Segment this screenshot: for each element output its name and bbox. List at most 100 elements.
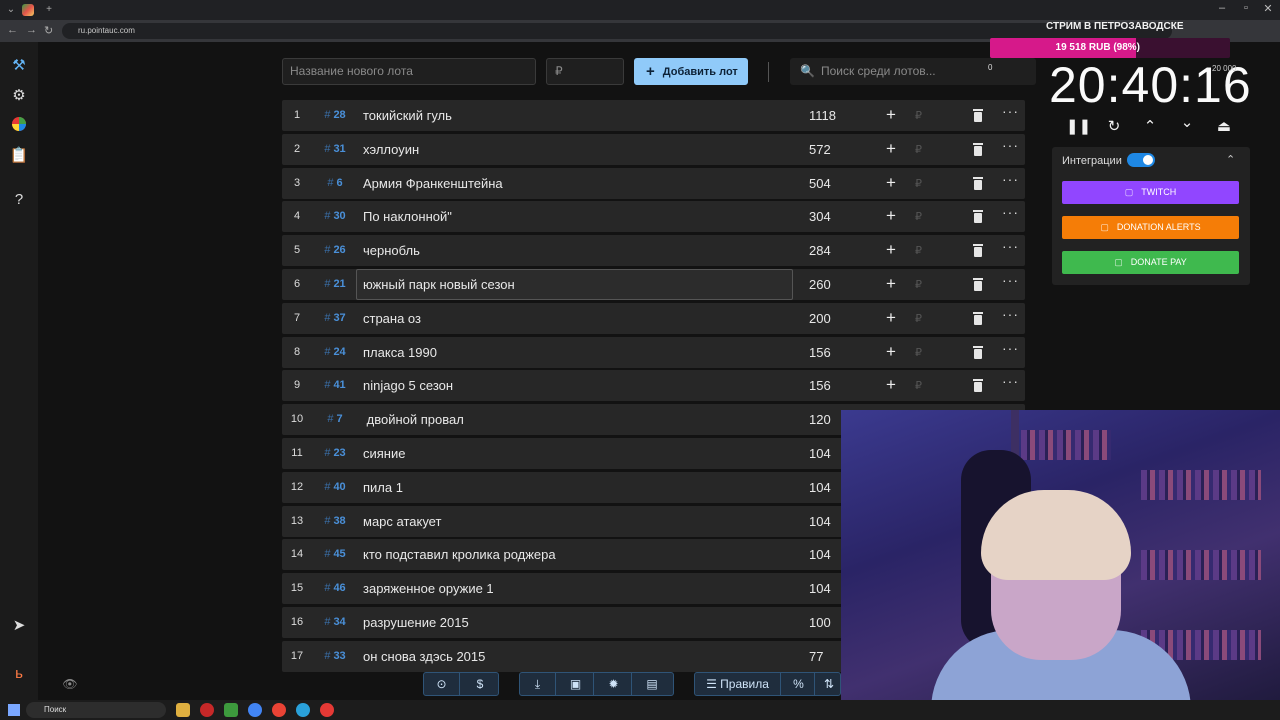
url-field[interactable]: ru.pointauc.com bbox=[62, 23, 1172, 39]
rub-input[interactable]: ₽ bbox=[915, 312, 922, 325]
add-amount-button[interactable]: + bbox=[886, 375, 896, 395]
integrations-toggle[interactable] bbox=[1127, 153, 1155, 167]
clear-icon[interactable]: ▤ bbox=[634, 673, 670, 695]
folder-icon[interactable] bbox=[176, 703, 190, 717]
add-amount-button[interactable]: + bbox=[886, 206, 896, 226]
lot-row[interactable]: 9 #41 ninjago 5 сезон 156 + ₽ ··· bbox=[282, 370, 1025, 402]
lot-amount[interactable]: 77 bbox=[809, 649, 823, 664]
lot-amount[interactable]: 200 bbox=[809, 311, 831, 326]
trash-icon[interactable] bbox=[972, 176, 984, 190]
telegram-icon[interactable] bbox=[296, 703, 310, 717]
lot-amount[interactable]: 504 bbox=[809, 176, 831, 191]
more-icon[interactable]: ··· bbox=[1002, 137, 1019, 153]
trash-icon[interactable] bbox=[972, 142, 984, 156]
lot-amount[interactable]: 104 bbox=[809, 446, 831, 461]
lot-amount[interactable]: 120 bbox=[809, 412, 831, 427]
rub-input[interactable]: ₽ bbox=[915, 278, 922, 291]
back-icon[interactable]: ← bbox=[7, 24, 18, 36]
brand-icon[interactable]: ь bbox=[9, 664, 29, 684]
rub-input[interactable]: ₽ bbox=[915, 379, 922, 392]
gavel-icon[interactable]: ⚒ bbox=[9, 56, 29, 76]
trash-icon[interactable] bbox=[972, 209, 984, 224]
lot-amount[interactable]: 260 bbox=[809, 277, 831, 292]
rub-input[interactable]: ₽ bbox=[915, 346, 922, 359]
more-icon[interactable]: ··· bbox=[1002, 340, 1019, 356]
add-amount-button[interactable]: + bbox=[886, 342, 896, 362]
integration-button-donate-pay[interactable]: ▢ DONATE PAY bbox=[1062, 251, 1239, 274]
opera-icon[interactable] bbox=[200, 703, 214, 717]
rub-input[interactable]: ₽ bbox=[915, 210, 922, 223]
lot-amount[interactable]: 104 bbox=[809, 581, 831, 596]
lot-amount[interactable]: 156 bbox=[809, 378, 831, 393]
lot-name[interactable]: двойной провал bbox=[363, 412, 464, 427]
trash-icon[interactable] bbox=[972, 108, 984, 122]
lot-name[interactable]: кто подставил кролика роджера bbox=[363, 547, 556, 562]
forward-icon[interactable]: → bbox=[26, 24, 37, 36]
lot-name[interactable]: хэллоуин bbox=[363, 142, 419, 157]
lot-name[interactable]: токийский гуль bbox=[363, 108, 452, 123]
lot-row[interactable]: 6 #21 южный парк новый сезон 260 + ₽ ··· bbox=[282, 269, 1025, 300]
lot-name[interactable]: марс атакует bbox=[363, 514, 441, 529]
lot-name[interactable]: сияние bbox=[363, 446, 405, 461]
pause-icon[interactable]: ❚❚ bbox=[1066, 117, 1091, 135]
rules-button[interactable]: ☰ Правила bbox=[695, 673, 781, 695]
rub-input[interactable]: ₽ bbox=[915, 143, 922, 156]
donate-icon[interactable]: $ bbox=[462, 673, 498, 695]
rub-input[interactable]: ₽ bbox=[915, 244, 922, 257]
lot-amount[interactable]: 572 bbox=[809, 142, 831, 157]
clipboard-icon[interactable]: 📋 bbox=[9, 146, 29, 166]
lot-name[interactable]: страна оз bbox=[363, 311, 421, 326]
lot-name[interactable]: По наклонной" bbox=[363, 209, 452, 224]
more-icon[interactable]: ··· bbox=[1002, 272, 1019, 288]
lot-row[interactable]: 2 #31 хэллоуин 572 + ₽ ··· bbox=[282, 133, 1025, 165]
lot-row[interactable]: 7 #37 страна оз 200 + ₽ ··· bbox=[282, 302, 1025, 334]
github-icon[interactable]: ⊙ bbox=[424, 673, 460, 695]
lot-name-input[interactable]: Название нового лота bbox=[282, 58, 536, 85]
percent-button[interactable]: % bbox=[783, 673, 815, 695]
windows-icon[interactable] bbox=[8, 704, 20, 716]
integration-button-twitch[interactable]: ▢ TWITCH bbox=[1062, 181, 1239, 204]
lot-row[interactable]: 8 #24 плакса 1990 156 + ₽ ··· bbox=[282, 336, 1025, 368]
lot-price-input[interactable]: ₽ bbox=[546, 58, 624, 85]
bug-icon[interactable]: ✹ bbox=[596, 673, 632, 695]
lot-name[interactable]: пила 1 bbox=[363, 480, 403, 495]
eye-icon[interactable]: 👁 bbox=[60, 674, 80, 694]
lot-name[interactable]: плакса 1990 bbox=[363, 345, 437, 360]
more-tools-icon[interactable]: ⇅ bbox=[817, 673, 841, 695]
trash-icon[interactable] bbox=[972, 243, 984, 258]
integration-button-donation-alerts[interactable]: ▢ DONATION ALERTS bbox=[1062, 216, 1239, 239]
download-icon[interactable]: ⤓ bbox=[520, 673, 556, 695]
rub-input[interactable]: ₽ bbox=[915, 109, 922, 122]
lot-amount[interactable]: 284 bbox=[809, 243, 831, 258]
wheel-icon[interactable] bbox=[9, 116, 29, 136]
obs-icon[interactable] bbox=[320, 703, 334, 717]
taskbar-search[interactable]: Поиск bbox=[26, 702, 166, 718]
lot-name[interactable]: ninjago 5 сезон bbox=[363, 378, 453, 393]
chevron-down-icon[interactable]: ⌄ bbox=[1176, 113, 1198, 131]
telegram-icon[interactable]: ➤ bbox=[9, 616, 29, 636]
lot-name[interactable]: заряженное оружие 1 bbox=[363, 581, 494, 596]
add-amount-button[interactable]: + bbox=[886, 240, 896, 260]
trash-icon[interactable] bbox=[972, 345, 984, 359]
more-icon[interactable]: ··· bbox=[1002, 103, 1019, 119]
chevron-up-icon[interactable]: ⌃ bbox=[1226, 153, 1235, 166]
save-icon[interactable]: ▣ bbox=[558, 673, 594, 695]
close-icon[interactable]: ✕ bbox=[1258, 2, 1278, 15]
maximize-icon[interactable]: ▫ bbox=[1236, 2, 1256, 14]
lot-name[interactable]: он снова здэсь 2015 bbox=[363, 649, 485, 664]
lot-name[interactable]: Армия Франкенштейна bbox=[363, 176, 503, 191]
lot-amount[interactable]: 104 bbox=[809, 547, 831, 562]
lot-name[interactable]: чернобль bbox=[363, 243, 420, 258]
lot-name[interactable]: разрушение 2015 bbox=[363, 615, 469, 630]
add-amount-button[interactable]: + bbox=[886, 173, 896, 193]
tab-search-icon[interactable]: ⌄ bbox=[4, 3, 18, 17]
more-icon[interactable]: ··· bbox=[1002, 238, 1019, 254]
gear-icon[interactable]: ⚙ bbox=[9, 86, 29, 106]
lot-amount[interactable]: 104 bbox=[809, 514, 831, 529]
more-icon[interactable]: ··· bbox=[1002, 306, 1019, 322]
trash-icon[interactable] bbox=[972, 311, 984, 325]
add-amount-button[interactable]: + bbox=[886, 308, 896, 328]
new-tab-button[interactable]: + bbox=[42, 3, 56, 17]
more-icon[interactable]: ··· bbox=[1002, 204, 1019, 220]
lot-amount[interactable]: 104 bbox=[809, 480, 831, 495]
